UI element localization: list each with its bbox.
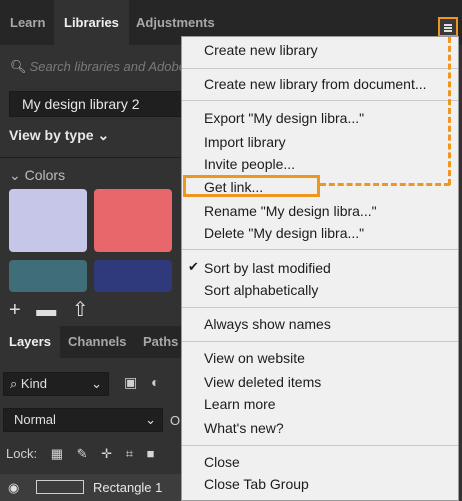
add-icon[interactable]: + — [9, 299, 21, 321]
color-swatch[interactable] — [94, 189, 172, 252]
color-swatch[interactable] — [94, 260, 172, 292]
hamburger-icon-line — [444, 30, 452, 32]
kind-label: Kind — [20, 376, 47, 391]
tab-channels[interactable]: Channels — [59, 326, 136, 358]
image-filter-icon[interactable]: ▣ — [124, 374, 137, 390]
menu-item-learn-more[interactable]: Learn more — [204, 394, 276, 414]
menu-item-sort-alphabetically[interactable]: Sort alphabetically — [204, 280, 318, 300]
view-by-dropdown[interactable]: View by type ⌄ — [9, 127, 109, 144]
annotation-connector-horizontal — [320, 183, 450, 186]
color-swatch[interactable] — [9, 260, 87, 292]
layer-filter-kind[interactable]: ⌕ Kind ⌄ — [3, 372, 109, 396]
layer-thumbnail — [36, 480, 84, 494]
menu-separator — [182, 445, 458, 446]
search-icon: 🔍︎ — [10, 59, 27, 74]
annotation-connector-vertical — [448, 37, 451, 185]
layer-filter-icons: ▣ ◐ — [124, 374, 160, 391]
upload-icon[interactable]: ⇧ — [72, 299, 89, 321]
menu-item-whats-new[interactable]: What's new? — [204, 418, 284, 438]
search-input[interactable]: Search libraries and Adobe — [30, 59, 186, 74]
chevron-down-icon: ⌄ — [97, 127, 110, 143]
hamburger-icon — [444, 24, 452, 26]
layers-tab-bar: Layers Channels Paths — [0, 326, 185, 358]
tab-paths[interactable]: Paths — [134, 326, 187, 358]
library-panel-menu: Create new library Create new library fr… — [181, 36, 459, 501]
tab-learn[interactable]: Learn — [0, 0, 55, 45]
lock-row: Lock: ▦ ✎ ✛ ⌗ ■ — [6, 446, 155, 462]
get-link-highlight — [183, 175, 320, 197]
checkmark-icon: ✔ — [188, 259, 199, 274]
tab-layers[interactable]: Layers — [0, 326, 60, 358]
menu-item-sort-last-modified[interactable]: Sort by last modified — [204, 258, 331, 278]
lock-pixels-icon[interactable]: ✎ — [77, 446, 88, 462]
lock-label: Lock: — [6, 446, 38, 461]
menu-item-view-deleted-items[interactable]: View deleted items — [204, 372, 321, 392]
menu-item-export[interactable]: Export "My design libra..." — [204, 108, 364, 128]
lock-transparency-icon[interactable]: ▦ — [51, 446, 63, 462]
library-selector[interactable]: My design library 2 — [9, 91, 189, 117]
menu-separator — [182, 249, 458, 250]
lock-all-icon[interactable]: ■ — [147, 446, 155, 461]
hamburger-icon-line — [444, 27, 452, 29]
chevron-down-icon: ⌄ — [91, 376, 102, 391]
opacity-label: O — [170, 413, 181, 428]
divider — [0, 157, 185, 158]
visibility-eye-icon[interactable]: ◉ — [8, 480, 19, 496]
colors-section-header[interactable]: ⌄ Colors — [9, 167, 65, 184]
menu-separator — [182, 341, 458, 342]
search-icon: ⌕ — [10, 376, 18, 391]
library-toolbar: + ▬ ⇧ — [9, 297, 89, 322]
menu-item-create-new-library[interactable]: Create new library — [204, 40, 318, 60]
menu-separator — [182, 68, 458, 69]
lock-artboard-icon[interactable]: ⌗ — [126, 446, 133, 462]
panel-menu-button[interactable] — [438, 17, 458, 37]
lock-position-icon[interactable]: ✛ — [101, 446, 112, 462]
view-by-label: View by type — [9, 127, 94, 143]
menu-item-delete[interactable]: Delete "My design libra..." — [204, 223, 364, 243]
menu-item-import-library[interactable]: Import library — [204, 132, 286, 152]
layer-name: Rectangle 1 — [93, 480, 163, 495]
menu-item-close-tab-group[interactable]: Close Tab Group — [204, 474, 309, 494]
menu-item-view-on-website[interactable]: View on website — [204, 348, 305, 368]
tab-libraries[interactable]: Libraries — [54, 0, 129, 45]
menu-item-create-from-document[interactable]: Create new library from document... — [204, 74, 427, 94]
layer-row[interactable]: ◉ Rectangle 1 — [0, 474, 185, 501]
blend-mode-label: Normal — [14, 412, 56, 427]
menu-separator — [182, 100, 458, 101]
colors-label: Colors — [24, 167, 66, 183]
blend-mode-select[interactable]: Normal ⌄ — [3, 408, 163, 432]
menu-separator — [182, 307, 458, 308]
menu-item-rename[interactable]: Rename "My design libra..." — [204, 201, 377, 221]
menu-item-invite-people[interactable]: Invite people... — [204, 154, 295, 174]
chevron-down-icon: ⌄ — [145, 412, 156, 427]
adjustment-filter-icon[interactable]: ◐ — [151, 374, 159, 390]
color-swatch[interactable] — [9, 189, 87, 252]
menu-item-always-show-names[interactable]: Always show names — [204, 314, 331, 334]
folder-icon[interactable]: ▬ — [36, 299, 56, 321]
chevron-down-icon: ⌄ — [9, 167, 21, 183]
library-search[interactable]: 🔍︎ Search libraries and Adobe — [10, 59, 186, 75]
menu-item-close[interactable]: Close — [204, 452, 240, 472]
